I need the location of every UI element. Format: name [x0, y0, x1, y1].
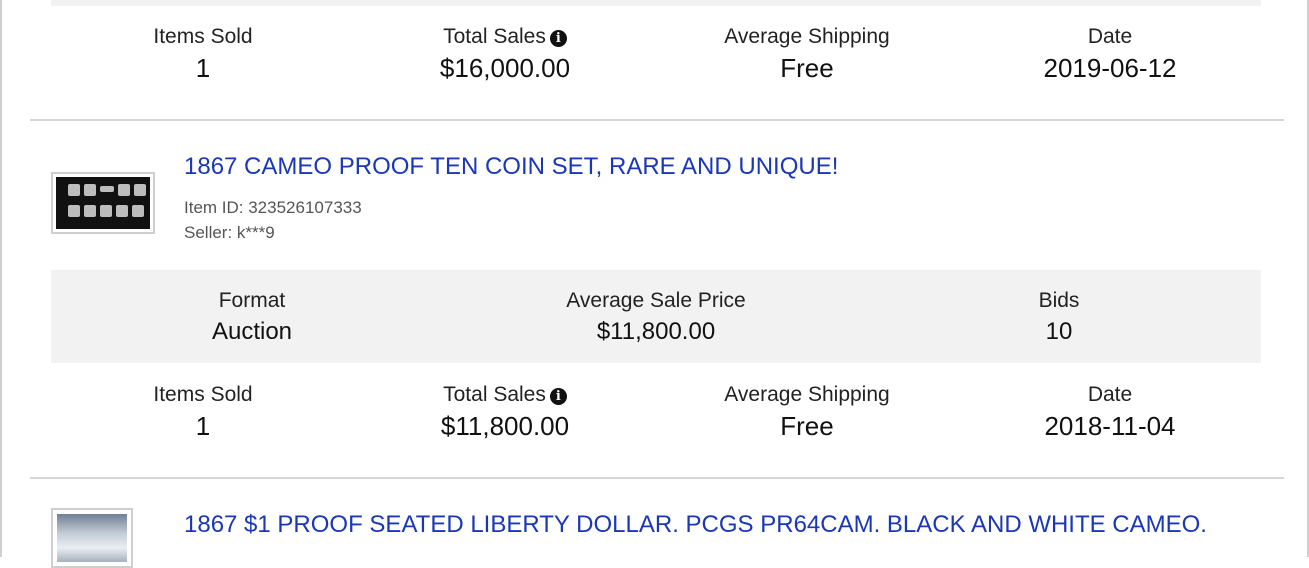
date-value: 2019-06-12: [1043, 53, 1177, 83]
average-shipping-label: Average Shipping: [724, 25, 890, 48]
average-sale-price-stat: Average Sale Price $11,800.00: [506, 287, 806, 349]
items-sold-value: 1: [195, 411, 211, 441]
previous-item-detail-band: [51, 0, 1261, 6]
items-sold-stat: Items Sold 1: [53, 23, 353, 85]
average-shipping-label: Average Shipping: [724, 383, 890, 406]
total-sales-label-text: Total Sales: [443, 25, 546, 48]
total-sales-value: $11,800.00: [440, 411, 570, 441]
items-sold-label: Items Sold: [153, 383, 253, 406]
date-label: Date: [1087, 383, 1133, 406]
item-stats-row: Items Sold 1 Total Sales i $16,000.00 Ave…: [51, 23, 1261, 93]
average-sale-price-value: $11,800.00: [596, 318, 716, 345]
item-thumbnail[interactable]: [51, 508, 133, 568]
total-sales-label: Total Sales i: [355, 381, 655, 409]
average-shipping-stat: Average Shipping Free: [657, 23, 957, 85]
date-stat: Date 2019-06-12: [960, 23, 1260, 85]
item-seller: Seller: k***9: [184, 223, 275, 242]
format-label: Format: [218, 289, 286, 312]
item-auction-detail-band: Format Auction Average Sale Price $11,80…: [51, 270, 1261, 363]
items-sold-stat: Items Sold 1: [53, 381, 353, 443]
slab-coin-image: [57, 514, 127, 562]
average-sale-price-label: Average Sale Price: [566, 289, 746, 312]
info-icon[interactable]: i: [549, 388, 567, 405]
item-title-link[interactable]: 1867 $1 PROOF SEATED LIBERTY DOLLAR. PCG…: [184, 511, 1207, 539]
items-sold-label: Items Sold: [153, 25, 253, 48]
average-shipping-value: Free: [780, 411, 834, 441]
items-sold-value: 1: [195, 53, 211, 83]
total-sales-value: $16,000.00: [439, 53, 571, 83]
format-value: Auction: [211, 318, 293, 345]
format-stat: Format Auction: [102, 287, 402, 349]
average-shipping-value: Free: [780, 53, 834, 83]
total-sales-label: Total Sales i: [355, 23, 655, 51]
date-stat: Date 2018-11-04: [960, 381, 1260, 443]
average-shipping-stat: Average Shipping Free: [657, 381, 957, 443]
bids-value: 10: [1045, 318, 1073, 345]
date-label: Date: [1087, 25, 1133, 48]
item-divider: [30, 477, 1284, 479]
results-panel: Items Sold 1 Total Sales i $16,000.00 Ave…: [0, 0, 1309, 568]
item-divider: [30, 119, 1284, 121]
info-icon[interactable]: i: [549, 30, 567, 47]
total-sales-label-text: Total Sales: [443, 383, 546, 406]
item-meta: Item ID: 323526107333 Seller: k***9: [184, 195, 362, 245]
item-stats-row: Items Sold 1 Total Sales i $11,800.00 Ave…: [51, 381, 1261, 451]
total-sales-stat: Total Sales i $16,000.00: [355, 23, 655, 85]
coin-set-image: [56, 177, 150, 229]
date-value: 2018-11-04: [1044, 411, 1176, 441]
total-sales-stat: Total Sales i $11,800.00: [355, 381, 655, 443]
item-id: Item ID: 323526107333: [184, 198, 362, 217]
item-thumbnail[interactable]: [51, 172, 155, 234]
bids-label: Bids: [1038, 289, 1080, 312]
bids-stat: Bids 10: [909, 287, 1209, 349]
item-title-link[interactable]: 1867 CAMEO PROOF TEN COIN SET, RARE AND …: [184, 153, 838, 181]
